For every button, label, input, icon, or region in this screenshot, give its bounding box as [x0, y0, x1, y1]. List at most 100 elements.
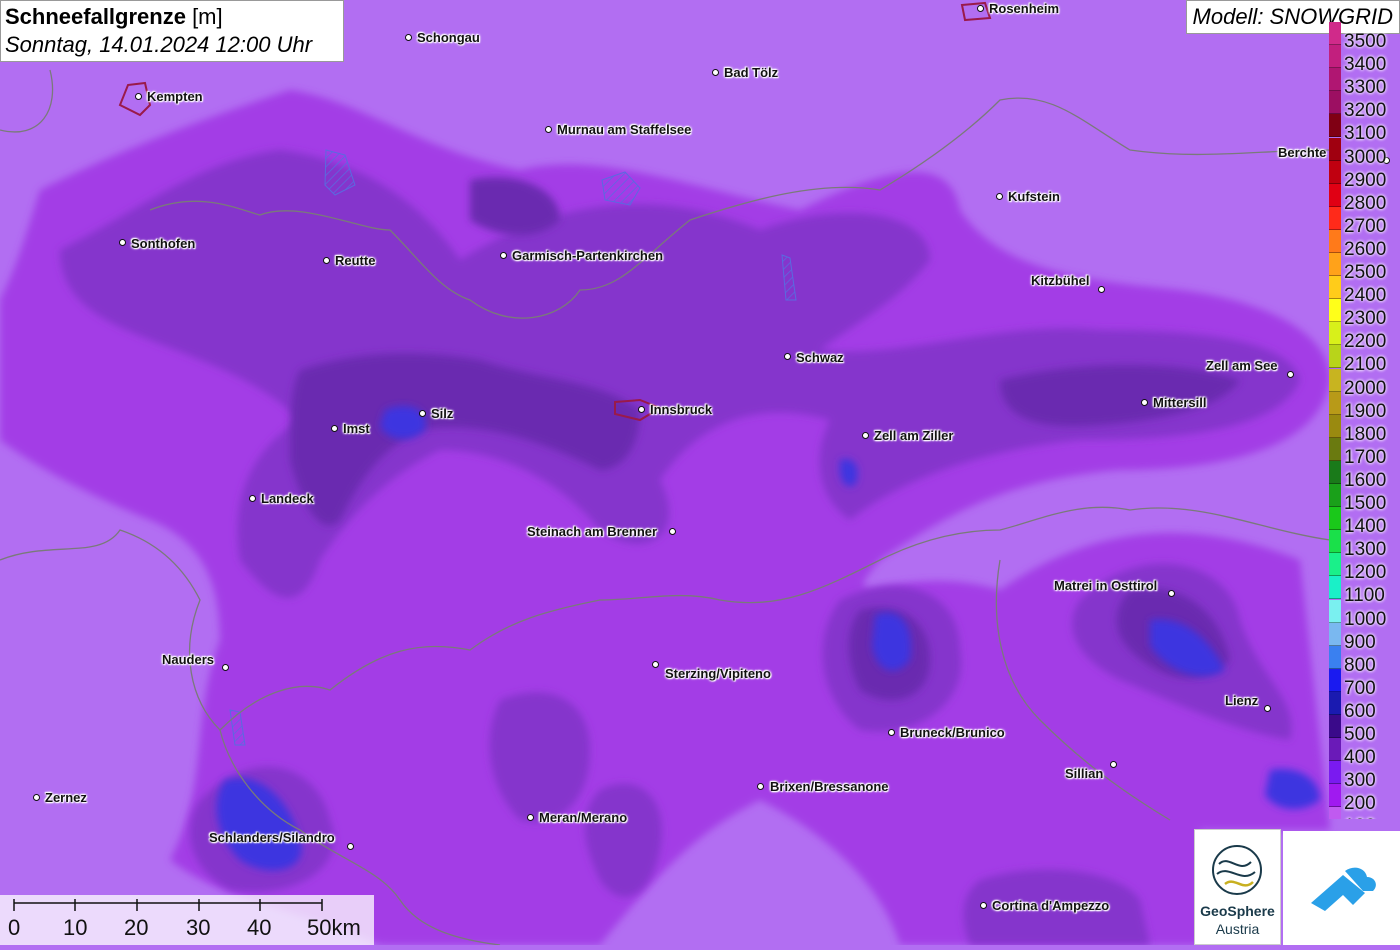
map-title-unit: [m] [185, 4, 223, 29]
legend-row: 1800 [1328, 414, 1400, 445]
legend-row: 3300 [1328, 68, 1400, 98]
legend-swatch [1329, 437, 1341, 461]
map-date: Sonntag, 14.01.2024 12:00 Uhr [5, 32, 313, 57]
legend-swatch [1329, 322, 1341, 346]
legend-row: 1700 [1328, 437, 1400, 468]
legend-row: 1400 [1328, 507, 1400, 537]
legend-swatch [1329, 160, 1341, 184]
legend-swatch [1329, 761, 1341, 785]
scale-label: 10 [63, 915, 88, 940]
city-label: Mittersill [1153, 395, 1207, 410]
legend-swatch [1329, 253, 1341, 276]
legend-swatch [1329, 137, 1341, 161]
city-dot [888, 729, 895, 736]
city-dot [638, 406, 645, 413]
legend-row: 1900 [1328, 391, 1400, 422]
legend-row: 3500 [1328, 22, 1400, 52]
legend-row: 3200 [1328, 91, 1400, 121]
city-dot [862, 432, 869, 439]
city-dot [669, 528, 676, 535]
legend-row: 400 [1328, 738, 1400, 768]
city-dot [1098, 286, 1105, 293]
city-dot [135, 93, 142, 100]
legend-swatch [1329, 599, 1341, 623]
city-dot [757, 783, 764, 790]
legend-row: 2400 [1328, 276, 1400, 306]
legend-swatch [1329, 460, 1341, 484]
legend-row: 900 [1328, 622, 1400, 653]
legend-swatch [1329, 645, 1341, 669]
city-dot [33, 794, 40, 801]
city-label: Schwaz [796, 350, 844, 365]
legend-row: 3100 [1328, 114, 1400, 144]
city-dot [1287, 371, 1294, 378]
elevation-legend: 3500 3400 3300 3200 3100 3000 2900 2800 2700 2600… [1328, 22, 1400, 819]
city-label: Matrei in Osttirol [1054, 578, 1158, 593]
legend-row: 1600 [1328, 460, 1400, 491]
city-dot [977, 5, 984, 12]
legend-swatch [1329, 276, 1341, 300]
legend-swatch [1329, 229, 1341, 253]
legend-swatch [1329, 91, 1341, 115]
snowfall-map [0, 0, 1400, 945]
city-label: Lienz [1225, 693, 1259, 708]
legend-row: 1300 [1328, 530, 1400, 560]
city-label: Rosenheim [989, 1, 1060, 16]
scale-bar: 0 10 20 30 40 50km [0, 895, 374, 945]
city-label: Landeck [261, 491, 314, 506]
legend-row: 1100 [1328, 576, 1400, 606]
city-dot [405, 34, 412, 41]
scale-label: 50km [307, 915, 361, 940]
legend-row: 1500 [1328, 484, 1400, 514]
city-label: Murnau am Staffelsee [557, 122, 692, 137]
city-dot [527, 814, 534, 821]
city-dot [980, 902, 987, 909]
city-dot [1168, 590, 1175, 597]
legend-row: 2300 [1328, 299, 1400, 329]
city-label: Zell am Ziller [874, 428, 954, 443]
legend-row: 2600 [1328, 229, 1400, 260]
legend-row: 200 [1328, 784, 1400, 814]
city-dot [652, 661, 659, 668]
city-label: Silz [431, 406, 454, 421]
city-label: Zernez [45, 790, 87, 805]
city-label: Kempten [147, 89, 203, 104]
city-label: Imst [343, 421, 370, 436]
city-label: Garmisch-Partenkirchen [512, 248, 664, 263]
legend-row: 700 [1328, 668, 1400, 699]
legend-label: 100 [1344, 816, 1376, 819]
city-dot [419, 410, 426, 417]
city-label: Kufstein [1008, 189, 1060, 204]
legend-swatch [1329, 299, 1341, 323]
legend-row: 3000 [1328, 137, 1400, 168]
legend-row: 100 [1328, 807, 1400, 819]
legend-swatch [1329, 784, 1341, 808]
city-label: Bad Tölz [724, 65, 779, 80]
city-label: Sonthofen [131, 236, 196, 251]
legend-swatch [1329, 484, 1341, 507]
geosphere-sub: Austria [1215, 921, 1260, 937]
scale-label: 30 [186, 915, 211, 940]
legend-swatch [1329, 553, 1341, 577]
scale-label: 0 [8, 915, 21, 940]
legend-swatch [1329, 368, 1341, 392]
city-dot [323, 257, 330, 264]
legend-swatch [1329, 576, 1341, 600]
legend-swatch [1329, 715, 1341, 738]
city-label: Meran/Merano [539, 810, 628, 825]
legend-swatch [1329, 622, 1341, 646]
geosphere-icon [1212, 845, 1262, 895]
legend-swatch [1329, 530, 1341, 554]
city-dot [1141, 399, 1148, 406]
city-label: Bruneck/Brunico [900, 725, 1005, 740]
geosphere-logo[interactable]: GeoSphere Austria [1194, 829, 1281, 945]
legend-swatch [1329, 206, 1341, 230]
city-dot [331, 425, 338, 432]
city-dot [347, 843, 354, 850]
city-dot [712, 69, 719, 76]
legend-swatch [1329, 807, 1341, 819]
legend-row: 600 [1328, 691, 1400, 722]
snowgrid-logo[interactable] [1283, 831, 1400, 945]
scale-label: 40 [247, 915, 272, 940]
legend-row: 2000 [1328, 368, 1400, 399]
